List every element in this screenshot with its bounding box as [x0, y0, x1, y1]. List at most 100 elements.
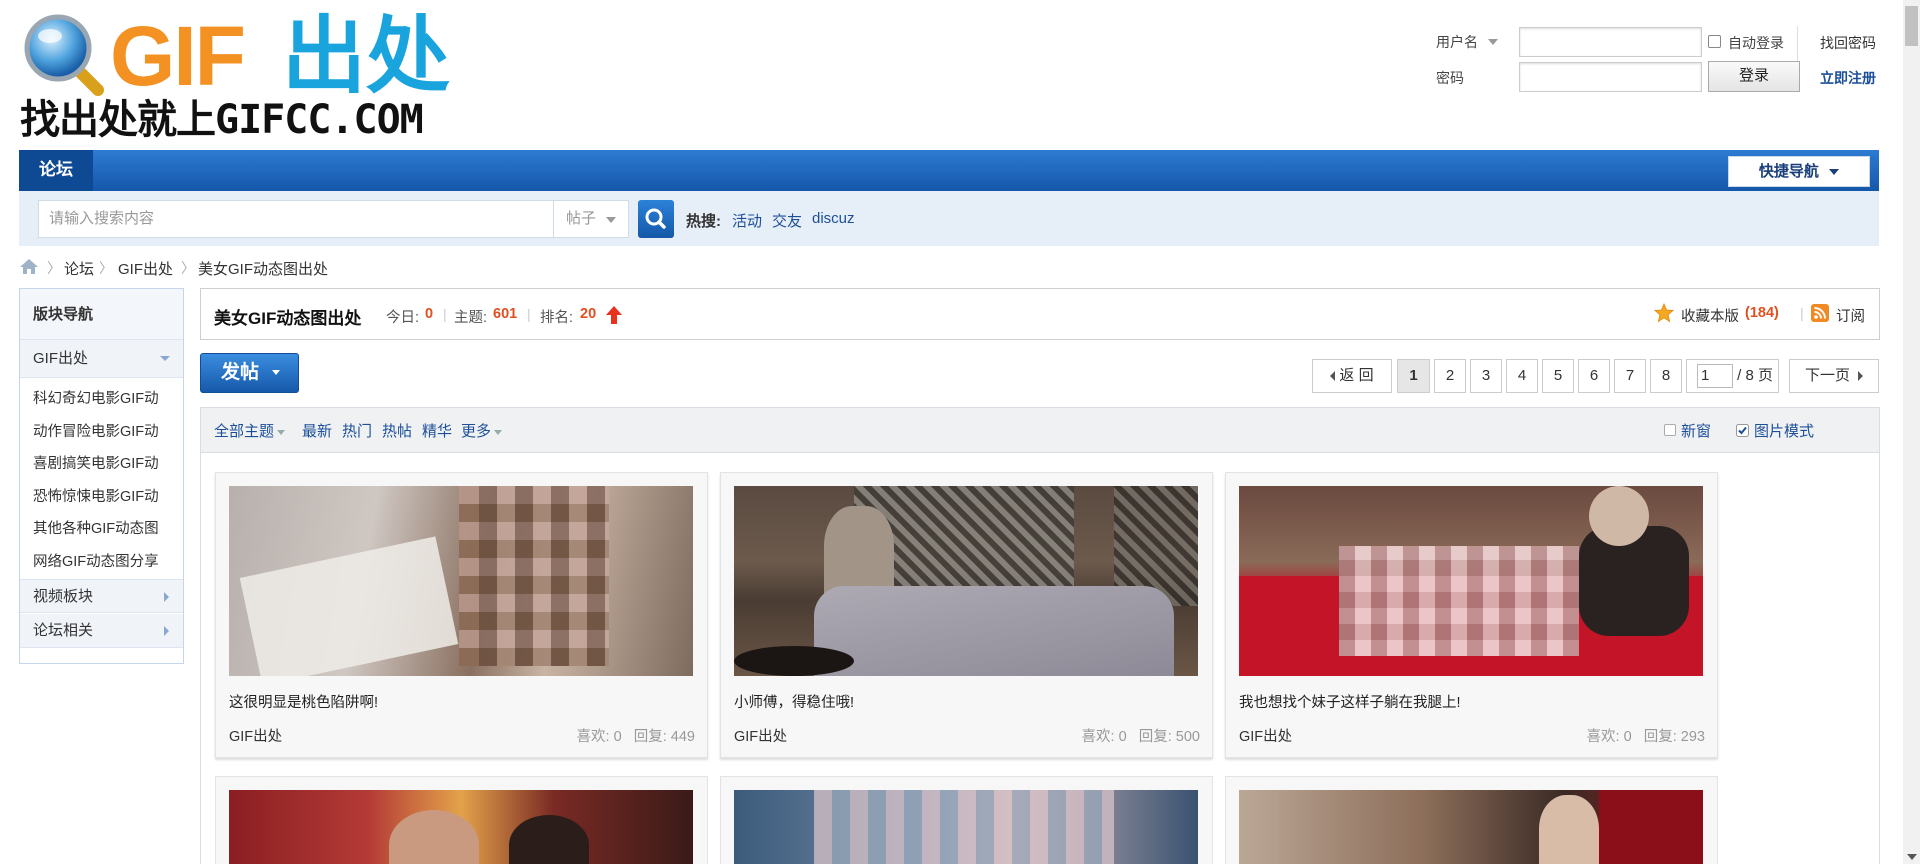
username-input[interactable]: [1519, 27, 1702, 57]
page-number[interactable]: 6: [1578, 359, 1610, 393]
hot-search-item[interactable]: 交友: [772, 210, 802, 231]
login-button[interactable]: 登录: [1708, 61, 1800, 92]
page-number[interactable]: 4: [1506, 359, 1538, 393]
quick-nav-button[interactable]: 快捷导航: [1728, 156, 1870, 187]
auto-login-checkbox[interactable]: [1708, 35, 1721, 48]
sidebar-item[interactable]: 动作冒险电影GIF动: [33, 420, 159, 441]
password-input[interactable]: [1519, 62, 1702, 92]
rank-label: 排名:: [540, 310, 574, 326]
image-mode-checkbox[interactable]: [1736, 424, 1749, 437]
thread-card[interactable]: [1225, 776, 1718, 864]
chevron-down-icon: [277, 429, 286, 435]
breadcrumb-item[interactable]: 美女GIF动态图出处: [198, 258, 328, 279]
chevron-down-icon: [1829, 169, 1840, 176]
topics-count: 601: [493, 306, 518, 322]
sidebar-item[interactable]: 科幻奇幻电影GIF动: [33, 387, 159, 408]
filter-hot-posts[interactable]: 热帖: [382, 420, 412, 441]
breadcrumb-item[interactable]: GIF出处: [118, 258, 173, 279]
filter-all-topics[interactable]: 全部主题: [214, 420, 286, 441]
home-icon[interactable]: [19, 258, 39, 275]
page-number[interactable]: 5: [1542, 359, 1574, 393]
quick-nav-label: 快捷导航: [1758, 163, 1819, 180]
sidebar-group-label: GIF出处: [33, 350, 88, 367]
rss-icon[interactable]: [1811, 304, 1829, 322]
forum-header: [200, 288, 1880, 340]
thread-replies: 回复: 449: [633, 729, 695, 745]
sidebar-item[interactable]: 恐怖惊悚电影GIF动: [33, 485, 159, 506]
hot-search-item[interactable]: discuz: [812, 210, 855, 227]
thread-thumbnail[interactable]: [734, 790, 1198, 864]
thread-card[interactable]: 我也想找个妹子这样子躺在我腿上! GIF出处 喜欢: 0 回复: 293: [1225, 472, 1718, 758]
thread-title[interactable]: 小师傅，得稳住哦!: [734, 691, 854, 712]
thread-card[interactable]: [215, 776, 708, 864]
thread-thumbnail[interactable]: [229, 486, 693, 676]
sidebar-group-video[interactable]: 视频板块: [20, 579, 183, 613]
scroll-down-arrow-icon[interactable]: [1907, 854, 1917, 860]
page-number[interactable]: 2: [1434, 359, 1466, 393]
sidebar-item[interactable]: 网络GIF动态图分享: [33, 550, 159, 571]
thread-card[interactable]: 这很明显是桃色陷阱啊! GIF出处 喜欢: 0 回复: 449: [215, 472, 708, 758]
logo-cn-text: 出处: [282, 7, 451, 105]
sidebar-group-forum[interactable]: 论坛相关: [20, 614, 183, 648]
find-password-link[interactable]: 找回密码: [1820, 33, 1876, 53]
filter-more[interactable]: 更多: [461, 420, 503, 441]
new-post-button[interactable]: 发帖: [200, 353, 299, 393]
thread-stats: 喜欢: 0 回复: 500: [1082, 725, 1200, 746]
thread-thumbnail[interactable]: [229, 790, 693, 864]
image-mode-label: 图片模式: [1754, 423, 1815, 440]
thread-forum[interactable]: GIF出处: [1239, 725, 1292, 746]
breadcrumb-separator: 〉: [47, 260, 61, 276]
site-logo[interactable]: GIF 出处 找出处就上GIFCC.COM: [20, 7, 460, 142]
thread-thumbnail[interactable]: [734, 486, 1198, 676]
page-number[interactable]: 8: [1650, 359, 1682, 393]
scrollbar-thumb[interactable]: [1905, 6, 1918, 46]
sidebar-title: 版块导航: [20, 289, 183, 340]
filter-latest[interactable]: 最新: [302, 420, 332, 441]
page-jump: 1 / 8 页: [1686, 359, 1779, 393]
back-button[interactable]: 返 回: [1312, 359, 1392, 393]
hot-search-label: 热搜:: [686, 213, 721, 230]
search-type-select[interactable]: 帖子: [553, 200, 629, 238]
search-input[interactable]: 请输入搜索内容: [38, 200, 554, 238]
thread-thumbnail[interactable]: [1239, 486, 1703, 676]
thread-stats: 喜欢: 0 回复: 293: [1587, 725, 1705, 746]
page-scrollbar[interactable]: [1903, 0, 1920, 864]
register-link[interactable]: 立即注册: [1820, 68, 1876, 88]
thread-card[interactable]: [720, 776, 1213, 864]
new-post-label: 发帖: [221, 362, 260, 383]
chevron-down-icon: [272, 370, 281, 376]
search-type-label: 帖子: [566, 210, 597, 227]
filter-digest[interactable]: 精华: [422, 420, 452, 441]
topics-label: 主题:: [454, 310, 488, 326]
thread-thumbnail[interactable]: [1239, 790, 1703, 864]
today-count: 0: [425, 306, 434, 322]
main-nav-bar: [19, 150, 1879, 191]
new-window-label: 新窗: [1681, 423, 1712, 440]
sidebar-item[interactable]: 喜剧搞笑电影GIF动: [33, 452, 159, 473]
thread-forum[interactable]: GIF出处: [734, 725, 787, 746]
subscribe-link[interactable]: 订阅: [1836, 305, 1865, 326]
filter-hot[interactable]: 热门: [342, 420, 372, 441]
thread-forum[interactable]: GIF出处: [229, 725, 282, 746]
next-page-button[interactable]: 下一页: [1789, 359, 1879, 393]
sidebar-item[interactable]: 其他各种GIF动态图: [33, 517, 159, 538]
breadcrumb-item[interactable]: 论坛: [64, 258, 94, 279]
chevron-right-icon: [164, 592, 169, 602]
hot-search-item[interactable]: 活动: [732, 210, 762, 231]
page-number[interactable]: 7: [1614, 359, 1646, 393]
favorite-link[interactable]: 收藏本版: [1681, 305, 1739, 326]
star-icon[interactable]: [1654, 303, 1674, 323]
new-window-checkbox[interactable]: [1664, 424, 1676, 436]
thread-title[interactable]: 这很明显是桃色陷阱啊!: [229, 691, 378, 712]
search-button[interactable]: [638, 200, 674, 238]
username-type-dropdown-icon[interactable]: [1488, 39, 1498, 45]
filter-label: 全部主题: [214, 423, 275, 440]
thread-title[interactable]: 我也想找个妹子这样子躺在我腿上!: [1239, 691, 1461, 712]
page-number[interactable]: 3: [1470, 359, 1502, 393]
nav-tab-forum[interactable]: 论坛: [19, 150, 93, 191]
sidebar-group-gif[interactable]: GIF出处: [20, 340, 183, 378]
forum-sidebar: 版块导航 GIF出处 科幻奇幻电影GIF动 动作冒险电影GIF动 喜剧搞笑电影G…: [19, 288, 184, 664]
page-jump-input[interactable]: 1: [1697, 364, 1733, 389]
page-number[interactable]: 1: [1397, 359, 1430, 393]
thread-card[interactable]: 小师傅，得稳住哦! GIF出处 喜欢: 0 回复: 500: [720, 472, 1213, 758]
